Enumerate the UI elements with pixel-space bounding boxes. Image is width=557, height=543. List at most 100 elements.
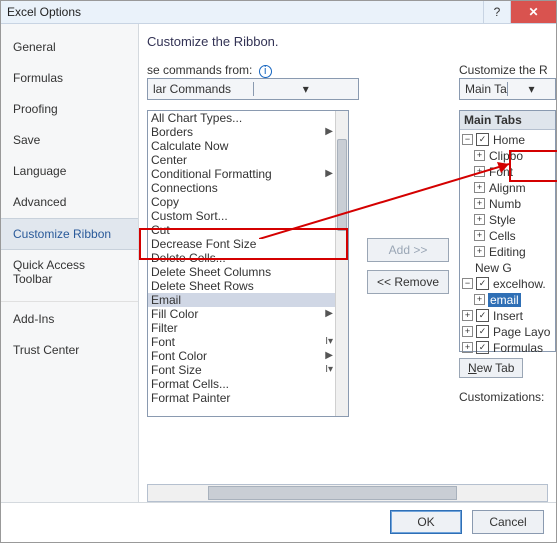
expand-icon[interactable]: − [462,278,473,289]
tree-label: Formulas [492,341,544,355]
checkbox[interactable]: ✓ [476,277,489,290]
tree-node[interactable]: +Numb [462,196,553,212]
command-item[interactable]: Custom Sort... [148,209,336,223]
expand-icon[interactable]: + [474,294,485,305]
submenu-icon: ▶ [325,168,333,179]
expand-icon[interactable]: + [462,342,473,353]
command-label: Font Size [151,363,202,377]
tree-node[interactable]: +Clipbo [462,148,553,164]
info-icon[interactable]: i [259,65,272,78]
tree-node[interactable]: +✓Formulas [462,340,553,356]
command-item[interactable]: Copy [148,195,336,209]
new-tab-button[interactable]: New Tab [459,358,523,378]
command-item[interactable]: Cut [148,223,336,237]
nav-item-quick-access-toolbar[interactable]: Quick Access Toolbar [1,250,138,295]
command-list[interactable]: All Chart Types...Borders▶Calculate NowC… [147,110,349,417]
scrollbar-thumb[interactable] [208,486,457,500]
expand-icon[interactable]: + [462,326,473,337]
command-item[interactable]: Filter [148,321,336,335]
chevron-down-icon: ▾ [253,82,359,96]
command-item[interactable]: Connections [148,181,336,195]
tree-node[interactable]: +✓Insert [462,308,553,324]
command-item[interactable]: All Chart Types... [148,111,336,125]
expand-icon[interactable]: + [474,246,485,257]
new-tab-label: ew Tab [477,361,515,375]
nav-item-language[interactable]: Language [1,156,138,187]
expand-icon[interactable]: + [474,150,485,161]
tree-label: Editing [488,245,527,259]
tree-node[interactable]: +Editing [462,244,553,260]
nav-item-save[interactable]: Save [1,125,138,156]
expand-icon[interactable]: − [462,134,473,145]
command-item[interactable]: Email [148,293,336,307]
tree-label: Page Layo [492,325,551,339]
scrollbar-horizontal[interactable] [147,484,548,502]
tree-node[interactable]: +Font [462,164,553,180]
window-buttons: ? ✕ [483,1,556,23]
cancel-button[interactable]: Cancel [472,510,544,534]
command-label: Font [151,335,175,349]
customize-target-combo[interactable]: Main Tabs ▾ [459,78,556,100]
tree-node[interactable]: +Style [462,212,553,228]
command-label: Conditional Formatting [151,167,272,181]
command-item[interactable]: Delete Sheet Columns [148,265,336,279]
tree-node[interactable]: New G [462,260,553,276]
command-label: Format Painter [151,391,230,405]
tree-label: Numb [488,197,522,211]
command-item[interactable]: Delete Sheet Rows [148,279,336,293]
command-item[interactable]: Fill Color▶ [148,307,336,321]
ribbon-tree[interactable]: Main Tabs −✓Home+Clipbo+Font+Alignm+Numb… [459,110,556,352]
command-item[interactable]: Format Cells... [148,377,336,391]
command-item[interactable]: Calculate Now [148,139,336,153]
expand-icon[interactable]: + [474,166,485,177]
submenu-icon: ▶ [325,126,333,137]
help-button[interactable]: ? [483,1,510,23]
close-button[interactable]: ✕ [510,1,556,23]
scrollbar-vertical[interactable] [335,111,348,416]
ok-button[interactable]: OK [390,510,462,534]
command-item[interactable]: FontI▾ [148,335,336,349]
checkbox[interactable]: ✓ [476,309,489,322]
expand-icon[interactable]: + [474,230,485,241]
tree-node[interactable]: +✓Page Layo [462,324,553,340]
nav-item-general[interactable]: General [1,32,138,63]
tree-node[interactable]: +Alignm [462,180,553,196]
tree-node[interactable]: −✓excelhow. [462,276,553,292]
nav-item-advanced[interactable]: Advanced [1,187,138,218]
tree-label: Home [492,133,526,147]
command-label: Font Color [151,349,207,363]
add-button[interactable]: Add >> [367,238,449,262]
nav-item-add-ins[interactable]: Add-Ins [1,301,138,335]
checkbox[interactable]: ✓ [476,341,489,354]
command-item[interactable]: Delete Cells... [148,251,336,265]
checkbox[interactable]: ✓ [476,133,489,146]
scrollbar-thumb[interactable] [337,139,347,231]
nav-item-trust-center[interactable]: Trust Center [1,335,138,366]
command-item[interactable]: Center [148,153,336,167]
expand-icon[interactable]: + [474,214,485,225]
nav-item-formulas[interactable]: Formulas [1,63,138,94]
expand-icon[interactable]: + [462,310,473,321]
tree-node[interactable]: +email [462,292,553,308]
window-title: Excel Options [1,5,81,19]
expand-icon[interactable]: + [474,198,485,209]
expand-icon[interactable]: + [474,182,485,193]
command-label: Format Cells... [151,377,229,391]
commands-from-combo[interactable]: lar Commands ▾ [147,78,359,100]
tree-label: Style [488,213,517,227]
tree-node[interactable]: +Cells [462,228,553,244]
tree-node[interactable]: −✓Home [462,132,553,148]
remove-button[interactable]: << Remove [367,270,449,294]
command-label: Cut [151,223,170,237]
command-item[interactable]: Decrease Font Size [148,237,336,251]
command-item[interactable]: Conditional Formatting ▶ [148,167,336,181]
nav-item-proofing[interactable]: Proofing [1,94,138,125]
command-label: Copy [151,195,179,209]
command-item[interactable]: Format Painter [148,391,336,405]
command-item[interactable]: Font Color▶ [148,349,336,363]
checkbox[interactable]: ✓ [476,325,489,338]
nav-item-customize-ribbon[interactable]: Customize Ribbon [1,218,138,250]
command-item[interactable]: Font SizeI▾ [148,363,336,377]
content-pane: Customize the Ribbon. se commands from: … [139,24,556,502]
command-item[interactable]: Borders▶ [148,125,336,139]
